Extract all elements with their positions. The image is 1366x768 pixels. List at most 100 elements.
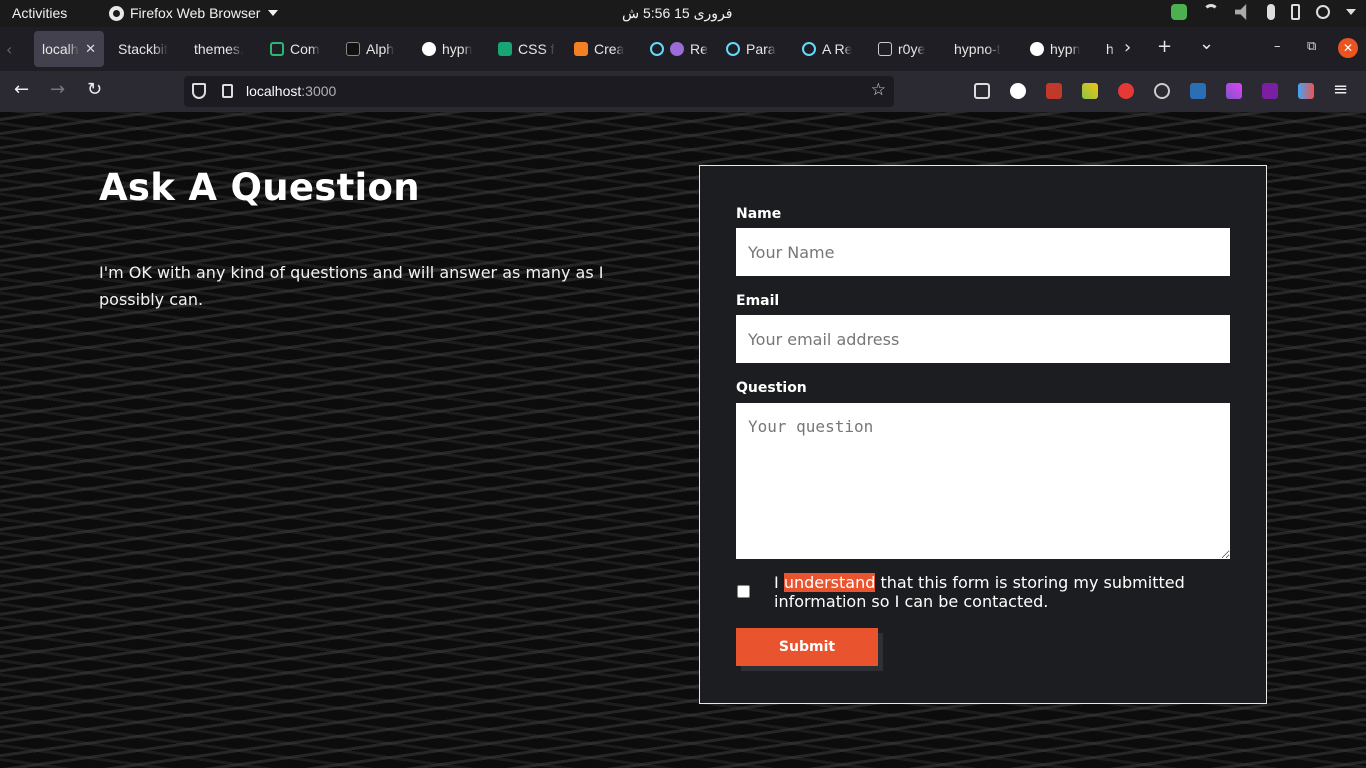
tab-re[interactable]: Re xyxy=(642,31,712,67)
purple-extension-icon[interactable] xyxy=(1262,83,1278,99)
url-port: :3000 xyxy=(301,83,337,99)
m-extension-icon[interactable] xyxy=(1010,83,1026,99)
tab-a-re[interactable]: A Re xyxy=(794,31,860,67)
tab-label: localh xyxy=(42,41,79,57)
tab-label: hypn xyxy=(442,41,473,57)
tab-r0ye[interactable]: r0ye xyxy=(870,31,936,67)
name-label: Name xyxy=(736,206,782,222)
tab-label: Para xyxy=(746,41,776,57)
email-label: Email xyxy=(736,293,780,309)
tab-hypno-t[interactable]: hypno-t xyxy=(946,31,1018,67)
system-menu-caret-icon[interactable] xyxy=(1346,9,1356,15)
app-menu[interactable]: Firefox Web Browser xyxy=(109,5,279,21)
consent-prefix: I xyxy=(774,573,784,592)
tab-label: h xyxy=(1106,41,1114,57)
consent-highlight: understand xyxy=(783,573,876,592)
tab-stackbit[interactable]: Stackbit xyxy=(110,31,182,67)
tab-com[interactable]: Com xyxy=(262,31,328,67)
tab-scroll-left-icon[interactable]: ‹ xyxy=(6,40,12,59)
tab-label: A Re xyxy=(822,41,853,57)
close-window-button[interactable]: ✕ xyxy=(1338,38,1358,58)
tab-label: Alph xyxy=(366,41,395,57)
w-favicon-icon xyxy=(498,42,512,56)
tab-para[interactable]: Para xyxy=(718,31,784,67)
app-menu-button[interactable]: ≡ xyxy=(1333,79,1348,100)
name-input[interactable] xyxy=(736,228,1230,276)
color-extension-icon[interactable] xyxy=(1298,83,1314,99)
page-content: Ask A Question I'm OK with any kind of q… xyxy=(0,112,1366,768)
security-status-icon[interactable] xyxy=(1171,4,1187,20)
grid-favicon-icon xyxy=(270,42,284,56)
tab-label: hypn xyxy=(1050,41,1081,57)
tab-strip: ‹ localh ✕ Stackbit themes. Com Alph hyp… xyxy=(0,27,1366,71)
tab-css[interactable]: CSS f xyxy=(490,31,556,67)
activities-button[interactable]: Activities xyxy=(12,5,67,21)
submit-button[interactable]: Submit xyxy=(736,628,878,666)
react-favicon-icon xyxy=(650,42,664,56)
tab-label: Re xyxy=(690,41,708,57)
volume-icon[interactable] xyxy=(1235,4,1247,20)
tab-label: Stackbit xyxy=(118,41,168,57)
pocket-icon[interactable] xyxy=(974,83,990,99)
tab-h[interactable]: h xyxy=(1098,31,1118,67)
wifi-icon[interactable] xyxy=(1203,4,1219,20)
tab-hypn-2[interactable]: hypn xyxy=(1022,31,1088,67)
tab-scroll-right-icon[interactable]: › xyxy=(1124,37,1131,58)
tab-label: Crea xyxy=(594,41,625,57)
bookmark-star-icon[interactable]: ☆ xyxy=(871,80,886,100)
forward-button[interactable]: → xyxy=(50,79,65,100)
question-form: Name Email Question I understand that th… xyxy=(699,165,1267,704)
reload-button[interactable]: ↻ xyxy=(87,79,102,100)
page-info-icon[interactable] xyxy=(222,84,233,98)
app-menu-caret-icon xyxy=(268,10,279,16)
page-description: I'm OK with any kind of questions and wi… xyxy=(99,263,604,309)
microphone-icon[interactable] xyxy=(1267,4,1275,20)
cross-extension-icon[interactable] xyxy=(1190,83,1206,99)
tab-hypn[interactable]: hypn xyxy=(414,31,480,67)
alpha-favicon-icon xyxy=(346,42,360,56)
tracking-protection-icon[interactable] xyxy=(192,83,206,99)
question-label: Question xyxy=(736,380,807,396)
tab-crea[interactable]: Crea xyxy=(566,31,632,67)
tab-alph[interactable]: Alph xyxy=(338,31,404,67)
question-textarea[interactable] xyxy=(736,403,1230,559)
react-favicon-icon xyxy=(802,42,816,56)
url-host: localhost xyxy=(246,83,302,99)
firefox-icon xyxy=(109,5,124,21)
back-button[interactable]: ← xyxy=(14,79,29,100)
tab-label: CSS f xyxy=(518,41,555,57)
restore-button[interactable]: ⧉ xyxy=(1307,39,1316,54)
consent-label[interactable]: I understand that this form is storing m… xyxy=(774,573,1214,611)
clock[interactable]: فروری 15 5:56 ش xyxy=(622,5,733,22)
tab-label: r0ye xyxy=(898,41,926,57)
list-all-tabs-icon[interactable]: ⌄ xyxy=(1199,33,1214,54)
tab-label: hypno-t xyxy=(954,41,1001,57)
triangle-favicon-icon xyxy=(422,42,436,56)
tab-themes[interactable]: themes. xyxy=(186,31,252,67)
url-bar[interactable]: localhost:3000 ☆ xyxy=(184,76,894,107)
new-tab-button[interactable]: + xyxy=(1157,36,1172,57)
system-tray[interactable] xyxy=(1171,4,1356,20)
intro-section: Ask A Question I'm OK with any kind of q… xyxy=(99,166,659,313)
bug-extension-icon[interactable] xyxy=(1046,83,1062,99)
consent-checkbox[interactable] xyxy=(737,585,750,598)
crystal-ball-favicon-icon xyxy=(670,42,684,56)
battery-icon[interactable] xyxy=(1291,4,1300,20)
email-input[interactable] xyxy=(736,315,1230,363)
globe-extension-icon[interactable] xyxy=(1154,83,1170,99)
app-name: Firefox Web Browser xyxy=(130,5,261,21)
tab-close-icon[interactable]: ✕ xyxy=(85,41,104,57)
url-text[interactable]: localhost:3000 xyxy=(246,83,336,99)
page-title: Ask A Question xyxy=(99,166,420,209)
pencil-extension-icon[interactable] xyxy=(1082,83,1098,99)
wand-extension-icon[interactable] xyxy=(1226,83,1242,99)
hand-extension-icon[interactable] xyxy=(1118,83,1134,99)
power-icon[interactable] xyxy=(1316,5,1330,19)
stackoverflow-favicon-icon xyxy=(574,42,588,56)
minimize-button[interactable]: – xyxy=(1274,39,1281,54)
tab-localhost[interactable]: localh ✕ xyxy=(34,31,104,67)
tab-label: themes. xyxy=(194,41,244,57)
triangle-favicon-icon xyxy=(1030,42,1044,56)
cube-favicon-icon xyxy=(878,42,892,56)
tab-label: Com xyxy=(290,41,320,57)
